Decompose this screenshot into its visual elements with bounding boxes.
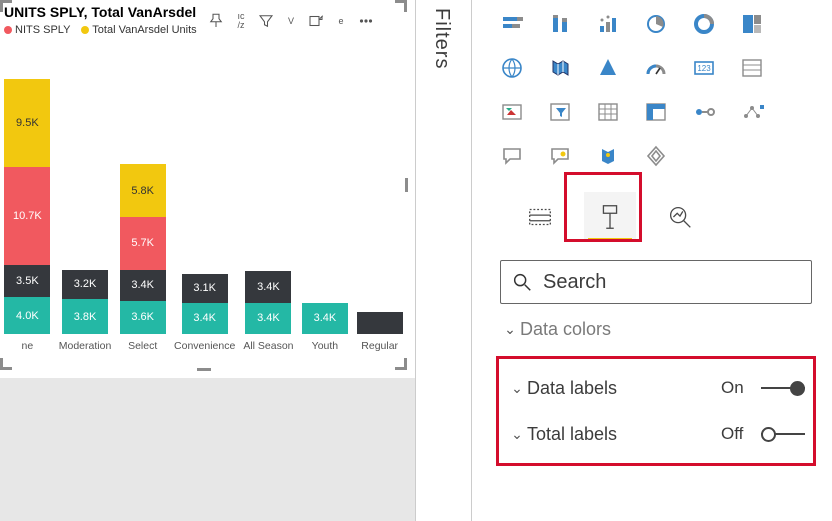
viz-type-pie[interactable] — [636, 8, 676, 40]
viz-type-matrix[interactable] — [636, 96, 676, 128]
bar-segment[interactable]: 3.5K — [4, 265, 50, 297]
canvas-background — [0, 378, 415, 521]
focus-mode-icon[interactable] — [303, 8, 329, 34]
bar-segment[interactable]: 5.8K — [120, 164, 166, 217]
total-labels-section[interactable]: ⌄ Total labels Off — [499, 411, 813, 457]
report-canvas[interactable]: UNITS SPLY, Total VanArsdel U NITS SPLY … — [0, 0, 415, 521]
viz-type-multi-row-card[interactable] — [732, 52, 772, 84]
viz-type-card[interactable]: 123 — [684, 52, 724, 84]
viz-type-arcgis[interactable] — [588, 140, 628, 172]
chart-category[interactable]: 3.8K3.2K Moderation — [59, 270, 112, 352]
svg-text:123: 123 — [697, 64, 711, 73]
chevron-down-icon: ⌄ — [500, 321, 520, 338]
bar-segment[interactable]: 3.4K — [120, 270, 166, 301]
filters-pane-label: Filters — [430, 8, 453, 69]
bar-segment[interactable]: 10.7K — [4, 167, 50, 265]
bar-segment[interactable]: 3.4K — [245, 303, 291, 334]
format-tab[interactable] — [584, 192, 636, 242]
bar-segment[interactable] — [357, 312, 403, 334]
search-icon — [511, 271, 533, 293]
viz-type-treemap[interactable] — [732, 8, 772, 40]
filters-pane-collapsed[interactable]: Filters — [415, 0, 471, 521]
visualizations-pane: 123 Search ⌄ Data colors — [471, 0, 832, 521]
viz-type-filled-map[interactable] — [540, 52, 580, 84]
category-label: All Season — [243, 340, 293, 352]
category-label: ne — [22, 340, 34, 352]
bar-segment[interactable]: 3.1K — [182, 274, 228, 303]
chart-category[interactable]: 3.6K3.4K5.7K5.8K Select — [119, 164, 166, 352]
highlight-box: ⌄ Data labels On ⌄ Total labels Off — [496, 356, 816, 466]
pin-icon[interactable] — [203, 8, 229, 34]
viz-type-gauge[interactable] — [636, 52, 676, 84]
viz-type-kpi[interactable] — [492, 96, 532, 128]
selected-visual[interactable]: UNITS SPLY, Total VanArsdel U NITS SPLY … — [0, 0, 408, 370]
more-options-icon[interactable] — [353, 8, 379, 34]
legend-dot-icon — [81, 26, 89, 34]
legend-dot-icon — [4, 26, 12, 34]
bar-segment[interactable]: 3.8K — [62, 299, 108, 334]
bar-segment[interactable]: 9.5K — [4, 79, 50, 166]
category-label: Convenience — [174, 340, 235, 352]
chart-category[interactable]: 3.4K3.1K Convenience — [174, 274, 235, 352]
bar-segment[interactable]: 3.6K — [120, 301, 166, 334]
chart-category[interactable]: 3.4K3.4K All Season — [243, 271, 293, 352]
viz-type-qa-visual[interactable] — [540, 140, 580, 172]
chevron-down-icon: ⌄ — [507, 426, 527, 443]
bar-segment[interactable]: 3.4K — [182, 303, 228, 334]
filter-icon[interactable] — [253, 8, 279, 34]
category-label: Youth — [312, 340, 338, 352]
total-labels-toggle[interactable] — [761, 425, 805, 443]
chart-category[interactable]: Regular — [356, 312, 403, 352]
data-labels-section[interactable]: ⌄ Data labels On — [499, 365, 813, 411]
chevron-down-icon: ⌄ — [507, 380, 527, 397]
viz-type-stacked-column[interactable] — [540, 8, 580, 40]
data-labels-toggle[interactable] — [761, 379, 805, 397]
viz-type-map[interactable] — [492, 52, 532, 84]
data-colors-section[interactable]: ⌄ Data colors — [492, 314, 820, 344]
stacked-column-chart[interactable]: 4.0K3.5K10.7K9.5K ne 3.8K3.2K Moderation 3.6… — [0, 52, 407, 352]
bar-segment[interactable]: 3.4K — [245, 271, 291, 302]
viz-type-azure-map[interactable] — [588, 52, 628, 84]
bar-segment[interactable]: 5.7K — [120, 217, 166, 269]
viz-type-r-visual[interactable] — [684, 96, 724, 128]
category-label: Select — [128, 340, 157, 352]
visualization-picker: 123 — [492, 8, 820, 176]
search-placeholder: Search — [543, 271, 606, 294]
bar-segment[interactable]: 4.0K — [4, 297, 50, 334]
visual-title: UNITS SPLY, Total VanArsdel U — [4, 4, 199, 20]
fields-tab[interactable] — [514, 192, 566, 242]
viz-type-key-influencers[interactable] — [732, 96, 772, 128]
viz-type-clustered-bar[interactable] — [588, 8, 628, 40]
bar-segment[interactable]: 3.2K — [62, 270, 108, 299]
viz-type-chat[interactable] — [492, 140, 532, 172]
category-label: Regular — [361, 340, 398, 352]
viz-type-stacked-bar[interactable] — [492, 8, 532, 40]
viz-type-donut[interactable] — [684, 8, 724, 40]
format-tabs — [514, 192, 820, 242]
viz-type-powerapps[interactable] — [636, 140, 676, 172]
viz-type-slicer[interactable] — [540, 96, 580, 128]
chart-category[interactable]: 4.0K3.5K10.7K9.5K ne — [4, 79, 51, 352]
visual-legend: NITS SPLY Total VanArsdel Units — [4, 24, 199, 36]
bar-segment[interactable]: 3.4K — [302, 303, 348, 334]
viz-type-table[interactable] — [588, 96, 628, 128]
analytics-tab[interactable] — [654, 192, 706, 242]
format-search-box[interactable]: Search — [500, 260, 812, 304]
chart-category[interactable]: 3.4K Youth — [302, 303, 349, 352]
visual-header-toolbar: ıc/z V e — [203, 4, 379, 38]
category-label: Moderation — [59, 340, 112, 352]
